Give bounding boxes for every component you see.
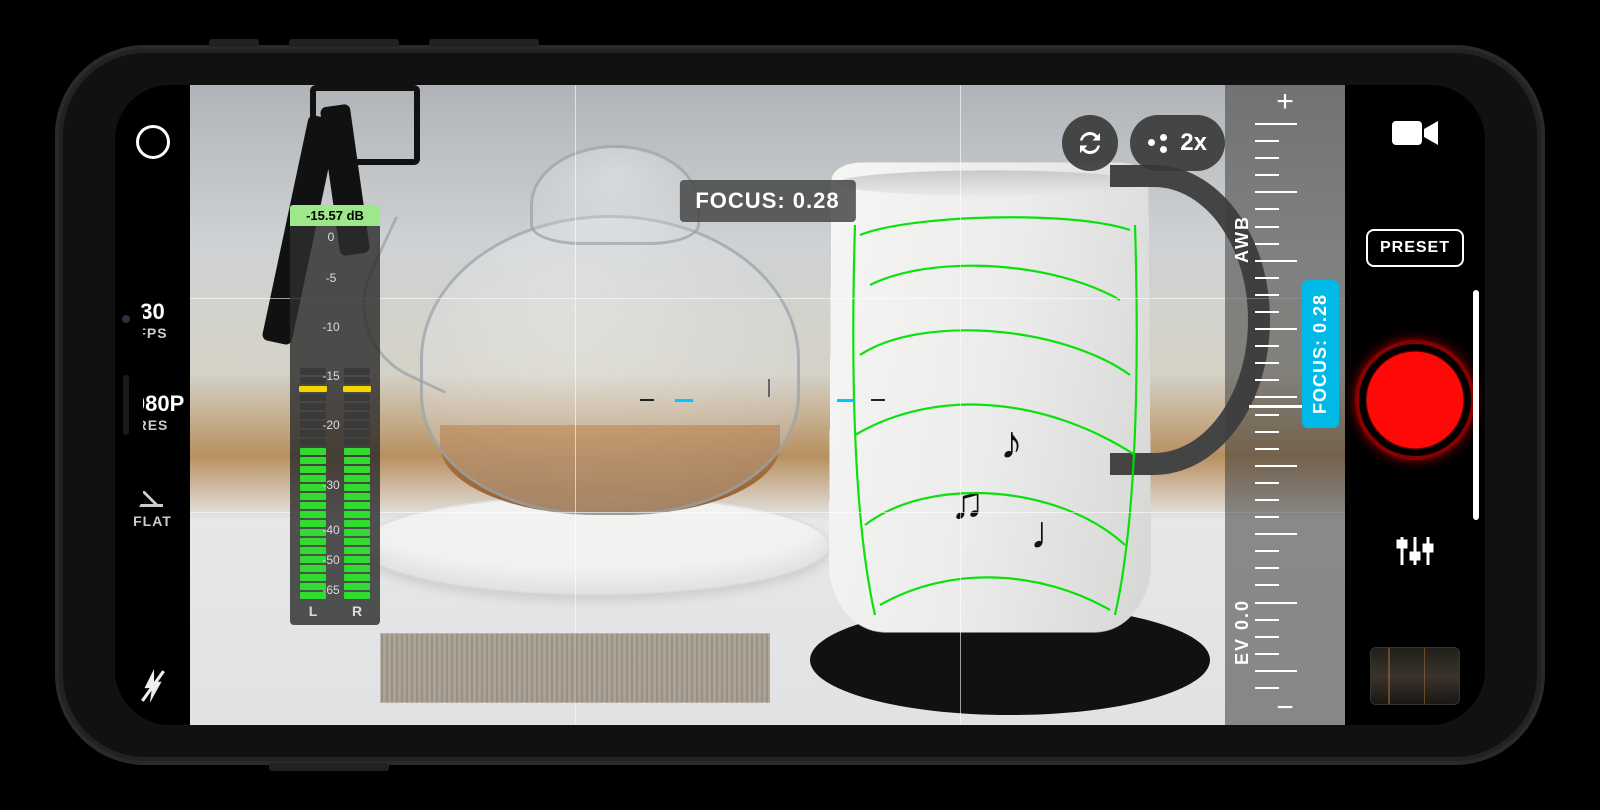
record-button[interactable] [1355,340,1475,460]
flip-camera-button[interactable] [1062,115,1118,171]
earpiece [123,375,129,435]
viewfinder[interactable]: ♪ ♫ ♩ FOC [190,85,1345,725]
level-indicator [675,399,693,402]
grid-line [575,85,576,725]
scene-teapot [530,145,700,245]
gallery-thumbnail[interactable] [1370,647,1460,705]
scene-decor: ♪ [1000,415,1023,469]
preset-button[interactable]: PRESET [1366,229,1464,267]
audio-peak-db: -15.57 dB [290,205,380,226]
volume-up-button [289,39,399,47]
audio-meter[interactable]: -15.57 dB 0-5-10-15-20-30-40-50-65 L R [290,205,380,625]
awb-label[interactable]: AWB [1232,215,1253,263]
flash-off-button[interactable] [140,669,166,703]
zoom-button[interactable]: 2x [1130,115,1225,171]
audio-scale: 0-5-10-15-20-30-40-50-65 [292,230,370,605]
settings-button[interactable] [1394,533,1436,574]
level-indicator [768,379,770,397]
mute-switch [209,39,259,47]
focus-readout: FOCUS: 0.28 [679,180,855,222]
audio-right-label: R [344,603,370,619]
screen: 30 FPS 1080P RES FLAT [115,85,1485,725]
focus-pill[interactable]: FOCUS: 0.28 [1302,280,1339,428]
flip-icon [1075,128,1105,158]
focus-slider[interactable]: + − AWB EV 0.0 FOCUS: 0.28 [1225,85,1345,725]
profile-label: FLAT [133,513,172,529]
waveform-monitor[interactable] [380,633,770,703]
scene-mug [828,163,1151,633]
scene-tripod [310,85,420,165]
notch [115,295,143,515]
side-button [269,763,389,771]
scene-decor: ♩ [1030,505,1076,559]
home-indicator[interactable] [1473,290,1479,520]
ev-label[interactable]: EV 0.0 [1232,599,1253,665]
audio-left-label: L [300,603,326,619]
mode-video-button[interactable] [1390,115,1440,156]
right-sidebar: PRESET [1345,85,1485,725]
plus-icon[interactable]: + [1276,85,1294,119]
level-indicator [837,399,855,402]
scene-decor: ♫ [950,475,985,529]
lens-dots-icon [1148,132,1170,154]
exposure-ring-icon[interactable] [136,125,170,159]
minus-icon[interactable]: − [1276,691,1294,725]
sliders-icon [1394,533,1436,569]
phone-frame: 30 FPS 1080P RES FLAT [55,45,1545,765]
flash-off-icon [140,669,166,703]
volume-down-button [429,39,539,47]
focus-pill-label: FOCUS: 0.28 [1310,294,1331,414]
level-indicator [871,399,885,401]
front-camera [122,315,130,323]
level-indicator [640,399,654,401]
video-camera-icon [1390,115,1440,151]
grid-line [960,85,961,725]
zoom-label: 2x [1180,129,1207,157]
